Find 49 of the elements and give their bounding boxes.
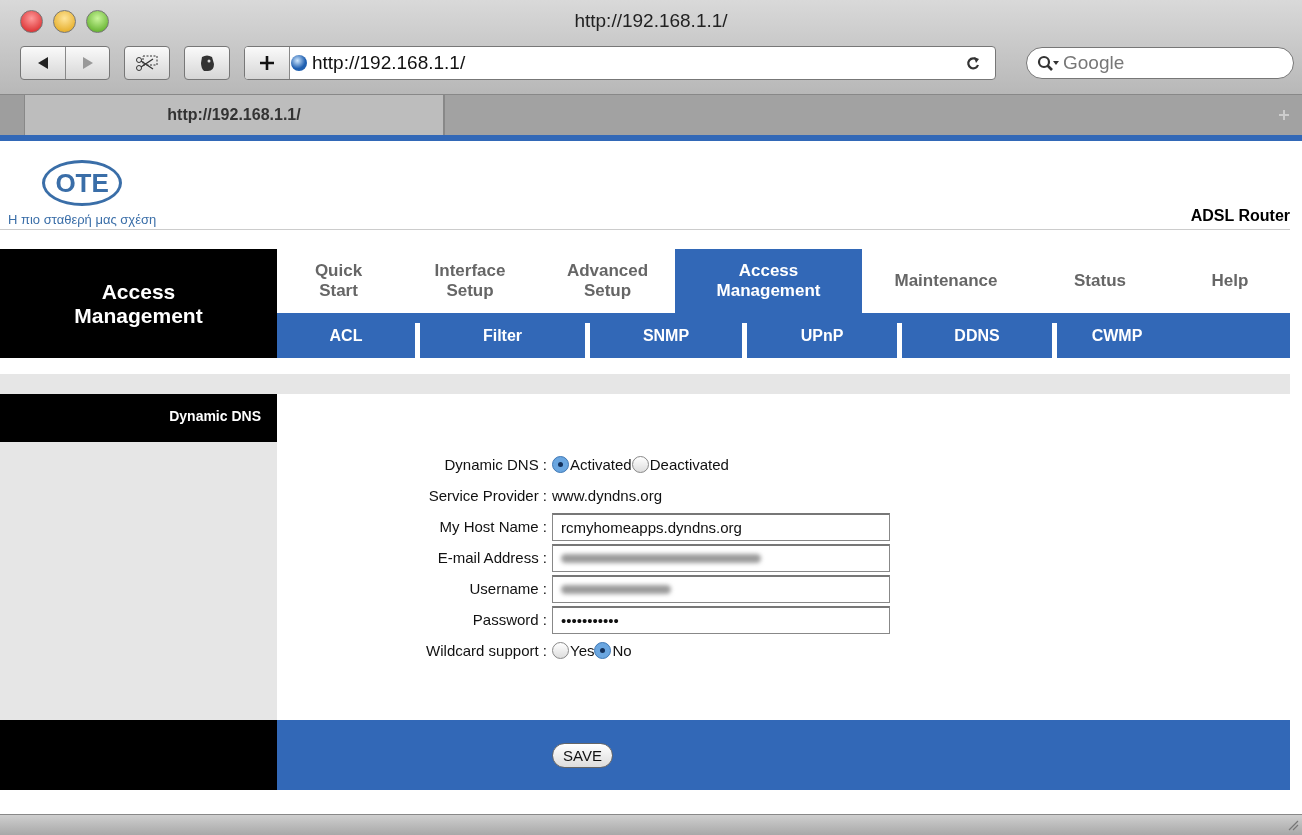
subnav-link[interactable]: UPnP bbox=[747, 323, 902, 358]
radio-option[interactable]: Activated bbox=[552, 456, 632, 473]
field-label: My Host Name : bbox=[438, 518, 548, 535]
window-title: http://192.168.1.1/ bbox=[574, 10, 728, 32]
product-name: ADSL Router bbox=[1190, 207, 1290, 226]
nav-tab[interactable]: Status bbox=[1030, 249, 1170, 313]
nav-tab[interactable]: Access Management bbox=[675, 249, 862, 313]
field-label: Username : bbox=[468, 580, 548, 597]
sidebar-title: Dynamic DNS bbox=[0, 394, 277, 442]
plus-icon bbox=[259, 55, 275, 72]
subnav-link[interactable]: CWMP bbox=[1057, 323, 1177, 358]
field-label: Dynamic DNS : bbox=[443, 456, 548, 473]
field-label: Password : bbox=[471, 611, 548, 628]
section-title: Access Management bbox=[0, 249, 277, 358]
subnav-link[interactable]: SNMP bbox=[590, 323, 747, 358]
search-icon bbox=[1037, 54, 1059, 72]
forward-icon bbox=[80, 56, 95, 71]
subnav-link[interactable]: DDNS bbox=[902, 323, 1057, 358]
slogan: Η πιο σταθερή μας σχέση bbox=[8, 212, 157, 227]
nav-tab[interactable]: Help bbox=[1170, 249, 1290, 313]
nav-tab[interactable]: Maintenance bbox=[862, 249, 1030, 313]
input-field[interactable] bbox=[552, 543, 890, 572]
minimize-button[interactable] bbox=[53, 10, 76, 34]
subnav-link[interactable]: Filter bbox=[420, 323, 590, 358]
input-field[interactable]: ••••••••••• bbox=[552, 605, 890, 634]
field-value: www.dyndns.org bbox=[552, 487, 663, 504]
radio-option[interactable]: No bbox=[594, 642, 632, 659]
subnav-link[interactable]: ACL bbox=[277, 323, 420, 358]
address-field[interactable]: http://192.168.1.1/ bbox=[244, 46, 996, 81]
field-label: Wildcard support : bbox=[425, 642, 548, 659]
field-label: E-mail Address : bbox=[436, 549, 548, 566]
scissors-icon bbox=[135, 54, 159, 73]
save-button[interactable]: SAVE bbox=[552, 742, 613, 768]
back-icon bbox=[36, 56, 50, 71]
zoom-button[interactable] bbox=[86, 10, 109, 34]
radio-option[interactable]: Yes bbox=[552, 642, 595, 659]
close-button[interactable] bbox=[20, 10, 43, 34]
globe-icon bbox=[290, 54, 308, 73]
input-field[interactable] bbox=[552, 574, 890, 603]
browser-tab[interactable]: http://192.168.1.1/ bbox=[24, 95, 444, 135]
radio-option[interactable]: Deactivated bbox=[631, 456, 729, 473]
input-field[interactable]: rcmyhomeapps.dyndns.org bbox=[552, 512, 890, 541]
nav-tab[interactable]: Advanced Setup bbox=[540, 249, 675, 313]
logo: OTE bbox=[42, 160, 123, 206]
field-label: Service Provider : bbox=[427, 487, 548, 504]
resize-grip-icon bbox=[1287, 819, 1299, 831]
nav-tab[interactable]: Quick Start bbox=[277, 249, 400, 313]
search-field[interactable]: Google bbox=[1026, 47, 1294, 80]
nav-tab[interactable]: Interface Setup bbox=[400, 249, 540, 313]
